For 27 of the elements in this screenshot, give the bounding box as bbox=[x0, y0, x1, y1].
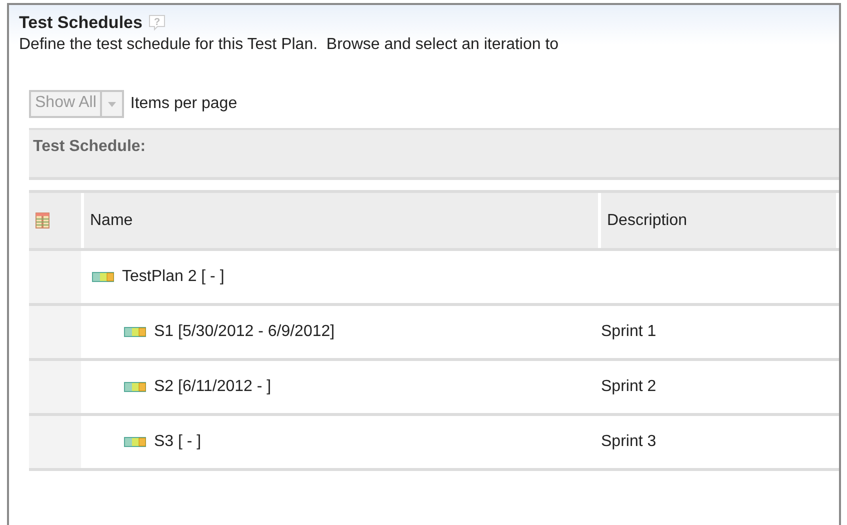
description-cell: Sprint 3 bbox=[601, 433, 656, 451]
tree-row[interactable]: S2 [6/11/2012 - ] bbox=[84, 361, 601, 413]
tree-row[interactable]: TestPlan 2 [ - ] bbox=[84, 251, 601, 303]
description-cell: Sprint 1 bbox=[601, 323, 656, 341]
caret-icon bbox=[108, 102, 116, 106]
columns-icon[interactable] bbox=[35, 212, 51, 230]
column-header[interactable]: Description bbox=[601, 193, 839, 248]
iteration-icon bbox=[124, 382, 146, 392]
section-title: Test Schedules bbox=[19, 13, 142, 33]
group-header: Test Schedule: bbox=[29, 128, 839, 180]
iteration-icon bbox=[92, 272, 114, 282]
column-header[interactable]: Name bbox=[84, 193, 601, 248]
iteration-icon bbox=[124, 437, 146, 447]
row-gutter bbox=[29, 306, 84, 358]
pager-label: Items per page bbox=[130, 95, 238, 113]
schedule-name: S3 [ - ] bbox=[154, 433, 202, 451]
row-gutter bbox=[29, 361, 84, 413]
schedule-name: S2 [6/11/2012 - ] bbox=[154, 378, 272, 396]
schedule-name: S1 [5/30/2012 - 6/9/2012] bbox=[154, 323, 335, 341]
row-gutter bbox=[29, 416, 84, 468]
description-cell: Sprint 2 bbox=[601, 378, 656, 396]
tree-row[interactable]: S1 [5/30/2012 - 6/9/2012] bbox=[84, 306, 601, 358]
section-description: Define the test schedule for this Test Plan. Browse and select an iteration to bbox=[19, 36, 560, 54]
tree-row[interactable]: S3 [ - ] bbox=[84, 416, 601, 468]
iteration-icon bbox=[124, 327, 146, 337]
schedule-name: TestPlan 2 [ - ] bbox=[122, 268, 224, 286]
row-gutter bbox=[29, 251, 84, 303]
